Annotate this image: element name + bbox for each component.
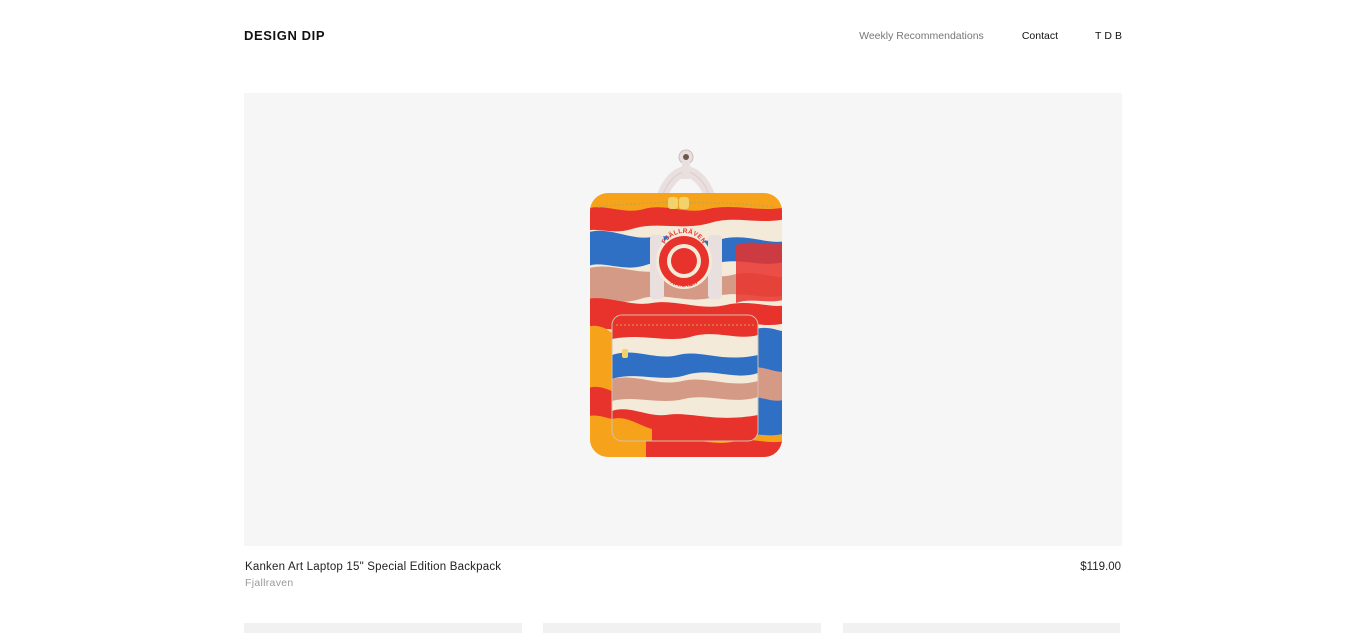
product-price: $119.00 xyxy=(1080,561,1121,573)
product-card[interactable] xyxy=(843,623,1120,633)
site-logo[interactable]: DESIGN DIP xyxy=(244,28,325,43)
backpack-icon: FJÄLLRÄVEN KÅNKEN xyxy=(590,149,782,457)
nav-link-tdb[interactable]: TDB xyxy=(1095,30,1125,42)
main-nav: Weekly Recommendations Contact TDB xyxy=(859,30,1122,42)
product-brand: Fjallraven xyxy=(245,577,294,589)
product-card[interactable] xyxy=(244,623,522,633)
product-image-panel[interactable]: FJÄLLRÄVEN KÅNKEN xyxy=(244,93,1122,546)
product-info: Kanken Art Laptop 15" Special Edition Ba… xyxy=(245,561,1121,589)
site-header: DESIGN DIP Weekly Recommendations Contac… xyxy=(244,0,1122,70)
product-card[interactable] xyxy=(543,623,821,633)
nav-link-weekly-recommendations[interactable]: Weekly Recommendations xyxy=(859,30,984,42)
product-title[interactable]: Kanken Art Laptop 15" Special Edition Ba… xyxy=(245,561,1121,573)
nav-link-contact[interactable]: Contact xyxy=(1022,30,1058,42)
